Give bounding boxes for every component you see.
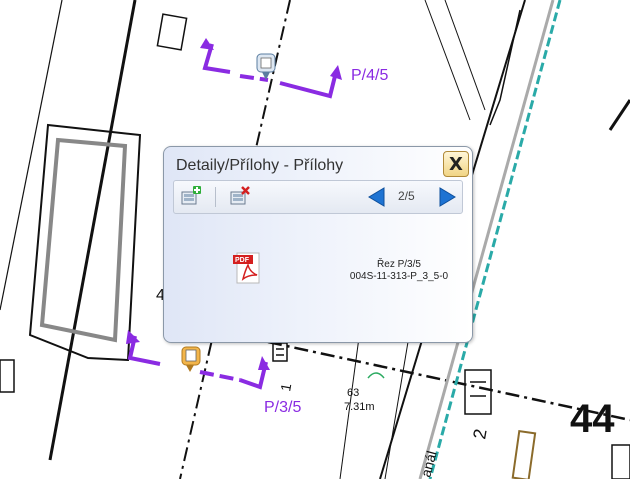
attachment-name: Řez P/3/5 004S-11-313-P_3_5-0 — [326, 259, 472, 283]
parcel-number: 2 — [469, 427, 490, 440]
attachment-filename: 004S-11-313-P_3_5-0 — [349, 271, 449, 282]
add-attachment-icon[interactable] — [180, 186, 202, 208]
popup-toolbar: 2/5 — [173, 180, 463, 214]
parcel-number: 1 — [277, 382, 294, 393]
map-line — [384, 329, 411, 479]
attachment-pin-top-icon[interactable] — [256, 53, 276, 80]
canal-label: anál — [417, 449, 439, 479]
map-line — [444, 0, 486, 111]
section-arrow-icon — [258, 356, 270, 370]
pdf-file-icon[interactable]: PDF — [233, 251, 263, 285]
map-line — [608, 99, 630, 131]
remove-attachment-icon[interactable] — [229, 186, 251, 208]
previous-page-icon[interactable] — [366, 186, 388, 208]
attachment-pin-bottom-icon[interactable] — [181, 346, 201, 372]
map-line — [424, 0, 471, 121]
close-button[interactable]: X — [443, 151, 469, 177]
section-label-top: P/4/5 — [351, 67, 388, 84]
popup-title: Detaily/Přílohy - Přílohy — [176, 157, 344, 174]
dimension-label: 63 — [347, 387, 359, 399]
parcel-number-large: 44 — [570, 397, 615, 441]
next-page-icon[interactable] — [436, 186, 458, 208]
svg-text:PDF: PDF — [235, 257, 250, 264]
toolbar-separator — [215, 187, 216, 207]
page-indicator: 2/5 — [398, 189, 415, 203]
map-square — [156, 13, 188, 51]
attachments-popup: Detaily/Přílohy - Přílohy X 2/5 PDF Řez … — [163, 146, 473, 343]
section-arrow-icon — [330, 65, 342, 80]
building-symbol — [0, 342, 630, 479]
attachment-title: Řez P/3/5 — [377, 259, 421, 270]
survey-mark-icon — [367, 372, 385, 379]
building-outline — [28, 123, 142, 362]
dimension-label: 7.31m — [344, 401, 375, 413]
attachment-item[interactable]: PDF Řez P/3/5 004S-11-313-P_3_5-0 — [176, 251, 462, 291]
section-label-bottom: P/3/5 — [264, 399, 301, 416]
map-feature — [511, 429, 537, 479]
section-arrow-icon — [126, 330, 140, 344]
map-line — [0, 0, 63, 311]
